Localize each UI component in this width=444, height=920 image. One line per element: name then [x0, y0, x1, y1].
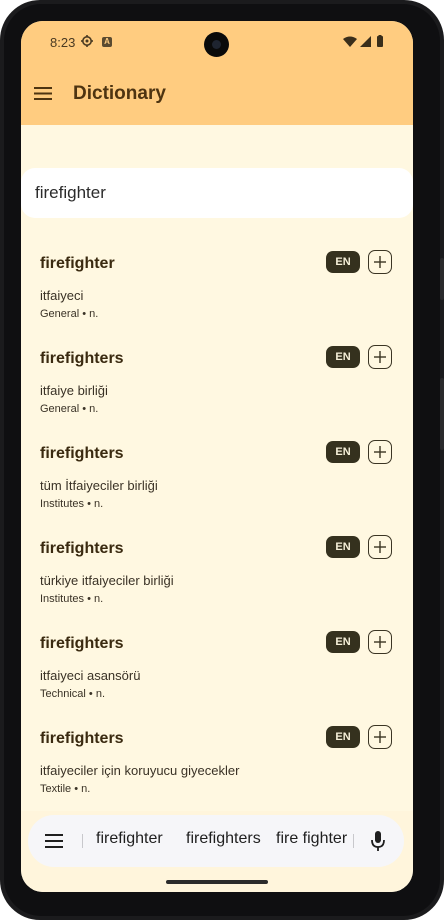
- result-item[interactable]: firefighters itfaiyeci asansörü Technica…: [21, 621, 413, 716]
- result-item[interactable]: firefighters tüm İtfaiyeciler birliği In…: [21, 431, 413, 526]
- language-badge[interactable]: EN: [326, 631, 360, 653]
- result-translation: itfaiyeciler için koruyucu giyecekler: [40, 763, 240, 778]
- suggestion-divider: [353, 834, 354, 848]
- result-word: firefighter: [40, 255, 115, 272]
- result-translation: türkiye itfaiyeciler birliği: [40, 573, 174, 588]
- result-meta: Textile • n.: [40, 783, 91, 795]
- status-icons: [343, 35, 383, 47]
- language-badge[interactable]: EN: [326, 441, 360, 463]
- app-bar: Dictionary: [21, 71, 413, 125]
- suggestion-firefighters[interactable]: firefighters: [186, 830, 261, 848]
- result-meta: Institutes • n.: [40, 593, 104, 605]
- plus-icon: [374, 731, 386, 743]
- search-input[interactable]: [35, 168, 395, 218]
- microphone-icon[interactable]: [370, 830, 386, 852]
- signal-icon: [360, 36, 371, 47]
- plus-icon: [374, 636, 386, 648]
- result-item[interactable]: firefighters itfaiyeciler için koruyucu …: [21, 716, 413, 811]
- plus-icon: [374, 541, 386, 553]
- result-translation: itfaiyeci asansörü: [40, 668, 141, 683]
- suggestion-fire-fighter[interactable]: fire fighter: [276, 830, 347, 848]
- keyboard-menu-icon[interactable]: [44, 832, 64, 850]
- result-meta: Technical • n.: [40, 688, 105, 700]
- add-button[interactable]: [368, 345, 392, 369]
- result-word: firefighters: [40, 540, 124, 557]
- volume-button: [440, 378, 444, 450]
- result-translation: tüm İtfaiyeciler birliği: [40, 478, 158, 493]
- gear-icon: [81, 35, 93, 47]
- result-item[interactable]: firefighters itfaiye birliği General • n…: [21, 336, 413, 431]
- result-meta: General • n.: [40, 308, 99, 320]
- add-button[interactable]: [368, 250, 392, 274]
- power-button: [440, 258, 444, 300]
- result-meta: General • n.: [40, 403, 99, 415]
- add-button[interactable]: [368, 630, 392, 654]
- result-word: firefighters: [40, 445, 124, 462]
- suggestion-firefighter[interactable]: firefighter: [96, 830, 163, 848]
- result-word: firefighters: [40, 730, 124, 747]
- status-bar: 8:23 A: [21, 21, 413, 65]
- result-translation: itfaiyeci: [40, 288, 84, 303]
- result-meta: Institutes • n.: [40, 498, 104, 510]
- keyboard-suggestion-bar: firefighter firefighters fire fighter: [28, 815, 404, 867]
- result-item[interactable]: firefighter itfaiyeci General • n. EN: [21, 241, 413, 336]
- menu-icon[interactable]: [32, 81, 58, 107]
- front-camera: [204, 32, 229, 57]
- app-title: Dictionary: [73, 83, 166, 104]
- language-badge[interactable]: EN: [326, 346, 360, 368]
- battery-icon: [377, 36, 383, 47]
- add-button[interactable]: [368, 440, 392, 464]
- result-translation: itfaiye birliği: [40, 383, 108, 398]
- status-time: 8:23: [50, 35, 76, 50]
- language-badge[interactable]: EN: [326, 251, 360, 273]
- add-button[interactable]: [368, 535, 392, 559]
- home-indicator[interactable]: [166, 880, 268, 884]
- plus-icon: [374, 256, 386, 268]
- device-frame: 8:23 A Dictionary firefighter firefighte…: [0, 0, 444, 920]
- wifi-icon: [343, 36, 357, 47]
- plus-icon: [374, 446, 386, 458]
- a-badge-icon: A: [102, 37, 112, 47]
- language-badge[interactable]: EN: [326, 536, 360, 558]
- search-box: [21, 168, 413, 218]
- language-badge[interactable]: EN: [326, 726, 360, 748]
- result-word: firefighters: [40, 635, 124, 652]
- suggestion-divider: [82, 834, 83, 848]
- plus-icon: [374, 351, 386, 363]
- screen: 8:23 A Dictionary firefighter firefighte…: [21, 21, 413, 892]
- add-button[interactable]: [368, 725, 392, 749]
- result-item[interactable]: firefighters türkiye itfaiyeciler birliğ…: [21, 526, 413, 621]
- result-word: firefighters: [40, 350, 124, 367]
- top-bar: 8:23 A Dictionary: [21, 21, 413, 125]
